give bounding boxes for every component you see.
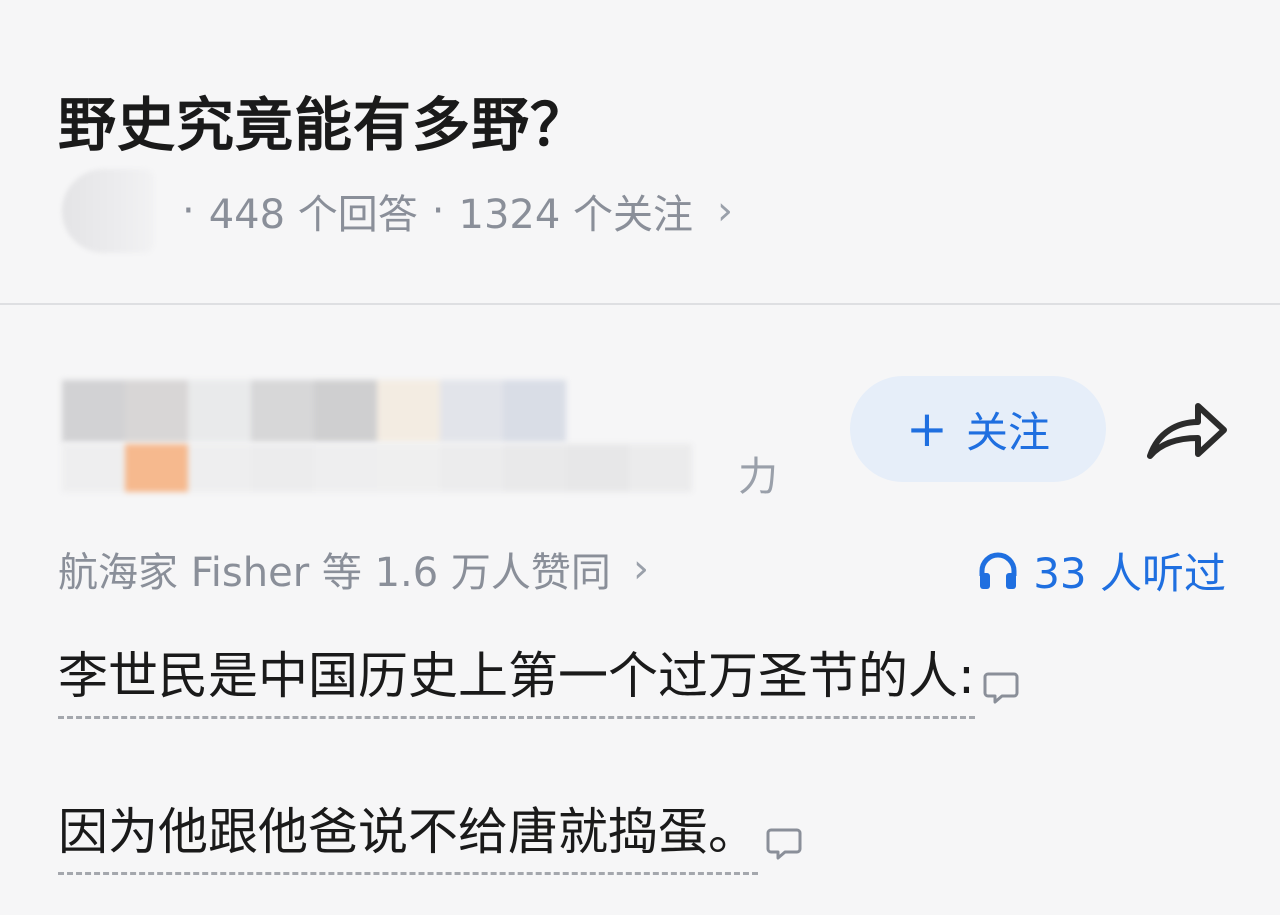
blurred-author-bio: [62, 444, 692, 492]
question-title[interactable]: 野史究竟能有多野？: [58, 78, 589, 162]
blurred-topic-tag: [62, 169, 154, 253]
meta-separator: ·: [182, 188, 195, 234]
answer-count: 448 个回答: [208, 192, 418, 238]
headphone-icon: [979, 552, 1017, 589]
answer-text[interactable]: 李世民是中国历史上第一个过万圣节的人:: [58, 636, 975, 719]
question-page: 野史究竟能有多野？ · 448 个回答 · 1324 个关注 › 力 + 关注 …: [0, 0, 1280, 915]
approval-count[interactable]: 航海家 Fisher 等 1.6 万人赞同 ›: [58, 540, 649, 598]
answer-paragraph: 因为他跟他爸说不给唐就捣蛋。: [58, 792, 802, 875]
author-bio-suffix: 力: [738, 454, 778, 500]
follow-button-label: 关注: [965, 407, 1050, 457]
blurred-author-name: [62, 380, 566, 442]
section-divider: [0, 303, 1280, 305]
answer-paragraph: 李世民是中国历史上第一个过万圣节的人:: [58, 636, 1019, 719]
comment-icon[interactable]: [766, 826, 802, 862]
listen-count[interactable]: 33 人听过: [977, 540, 1226, 601]
comment-icon[interactable]: [983, 670, 1019, 706]
answer-text[interactable]: 因为他跟他爸说不给唐就捣蛋。: [58, 792, 758, 875]
listen-text: 33 人听过: [1033, 549, 1226, 598]
plus-icon: +: [906, 400, 948, 458]
chevron-right-icon: ›: [632, 546, 649, 592]
approval-text: 航海家 Fisher 等 1.6 万人赞同: [58, 550, 611, 596]
follower-count: 1324 个关注: [458, 192, 694, 238]
question-meta[interactable]: · 448 个回答 · 1324 个关注 ›: [62, 166, 733, 256]
follow-button[interactable]: + 关注: [850, 376, 1106, 482]
blurred-author-info[interactable]: 力: [62, 352, 778, 502]
meta-separator: ·: [431, 188, 445, 234]
chevron-right-icon: ›: [717, 188, 734, 234]
share-arrow-icon[interactable]: [1144, 396, 1230, 466]
